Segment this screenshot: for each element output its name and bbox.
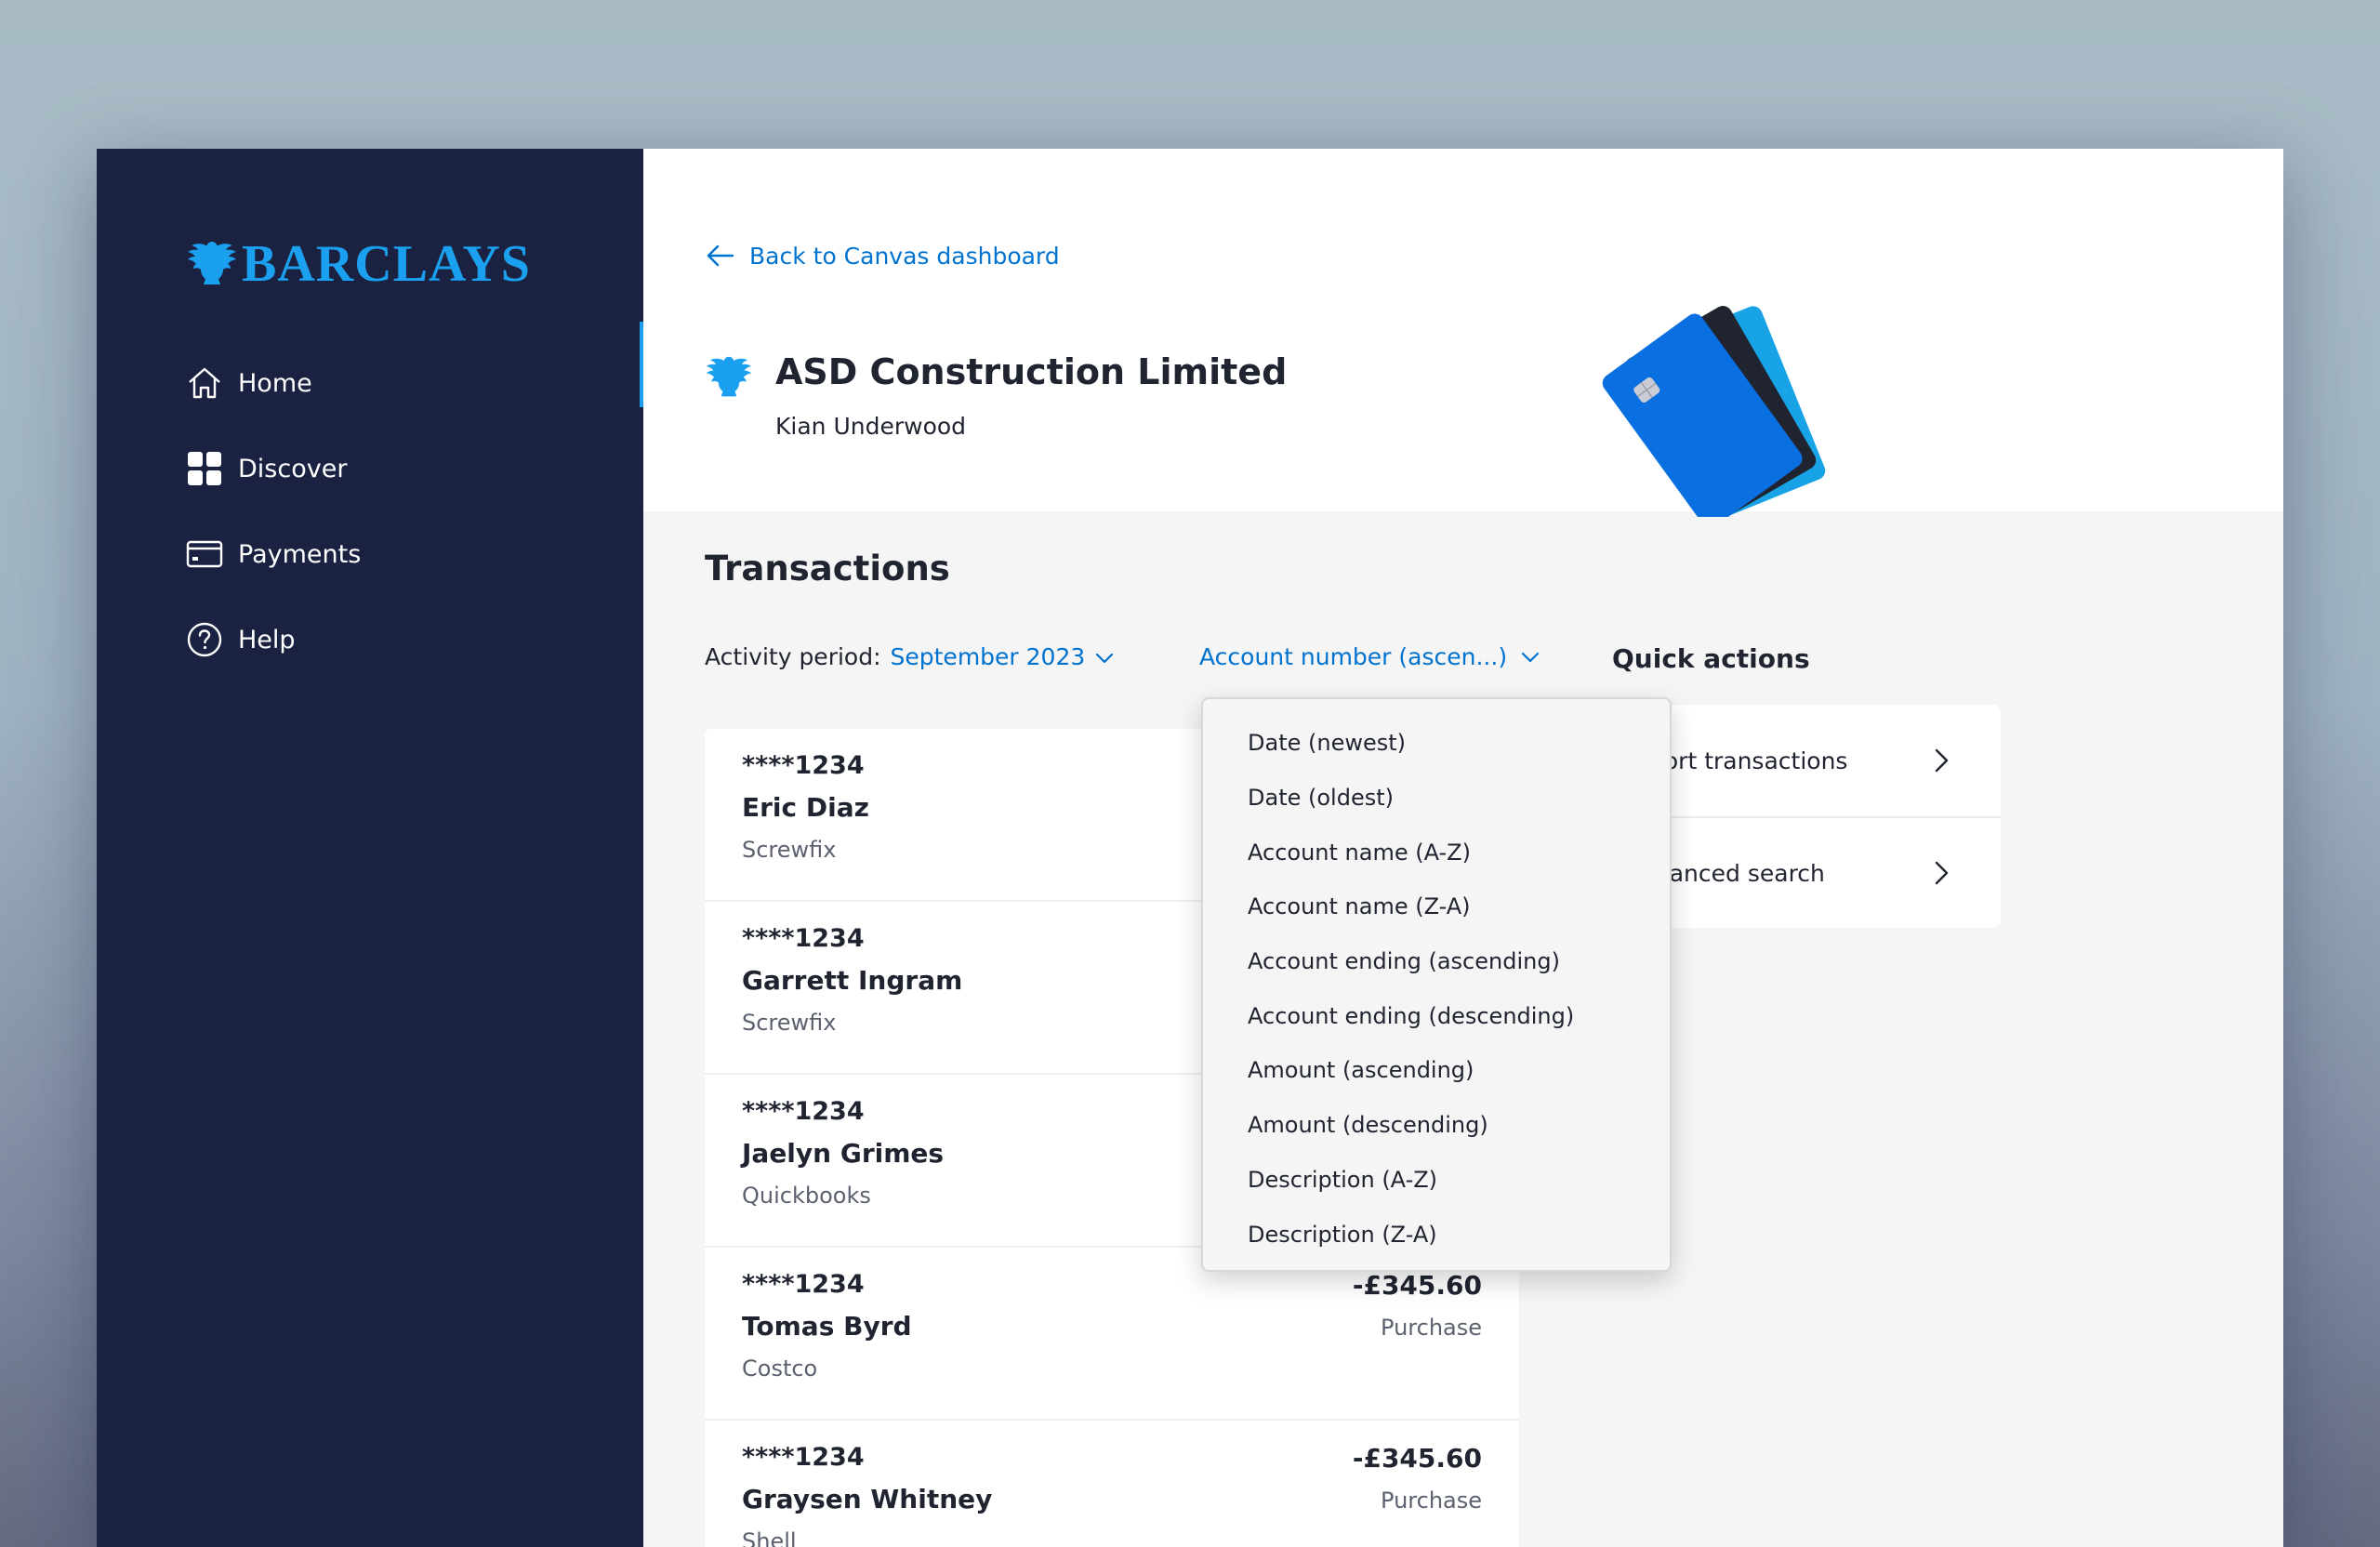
sort-option-amount-desc[interactable]: Amount (descending) bbox=[1203, 1098, 1670, 1153]
amount: -£345.60 bbox=[1352, 1270, 1482, 1301]
chevron-right-icon bbox=[1935, 748, 1949, 773]
company-logo bbox=[705, 351, 753, 407]
table-row[interactable]: ****1234 Graysen Whitney Shell -£345.60 … bbox=[705, 1421, 1519, 1547]
sort-option-account-ending-desc[interactable]: Account ending (descending) bbox=[1203, 988, 1670, 1043]
sidebar-item-label: Payments bbox=[238, 539, 362, 569]
transactions-title: Transactions bbox=[705, 549, 950, 588]
grid-icon bbox=[188, 452, 221, 485]
account-name: Graysen Whitney bbox=[742, 1484, 993, 1514]
merchant: Shell bbox=[742, 1528, 797, 1547]
sidebar-item-discover[interactable]: Discover bbox=[186, 426, 361, 511]
sort-select[interactable]: Account number (ascen...) bbox=[1199, 643, 1542, 670]
card-icon bbox=[186, 540, 223, 568]
back-to-dashboard-link[interactable]: Back to Canvas dashboard bbox=[705, 240, 1060, 271]
barclays-logo[interactable]: BARCLAYS bbox=[186, 234, 531, 294]
arrow-left-icon bbox=[707, 245, 734, 267]
sort-option-date-newest[interactable]: Date (newest) bbox=[1203, 716, 1670, 771]
activity-period-label: Activity period: bbox=[705, 643, 881, 670]
main-content: Back to Canvas dashboard ASD Constructio… bbox=[643, 149, 2283, 1547]
chevron-right-icon bbox=[1935, 861, 1949, 885]
help-icon bbox=[187, 622, 222, 657]
transaction-type: Purchase bbox=[1381, 1488, 1482, 1514]
merchant: Screwfix bbox=[742, 1010, 837, 1036]
sort-option-account-name-za[interactable]: Account name (Z-A) bbox=[1203, 879, 1670, 934]
quick-actions-title: Quick actions bbox=[1612, 643, 1810, 674]
bank-cards-illustration bbox=[1602, 306, 1826, 517]
sort-option-description-za[interactable]: Description (Z-A) bbox=[1203, 1207, 1670, 1262]
sort-option-account-name-az[interactable]: Account name (A-Z) bbox=[1203, 825, 1670, 879]
sort-option-amount-asc[interactable]: Amount (ascending) bbox=[1203, 1043, 1670, 1098]
sort-option-date-oldest[interactable]: Date (oldest) bbox=[1203, 771, 1670, 826]
brand-name: BARCLAYS bbox=[242, 235, 531, 293]
sidebar-item-label: Discover bbox=[238, 454, 348, 483]
app-window: BARCLAYS Home Discover Payments Help Bac… bbox=[97, 149, 2283, 1547]
table-row[interactable]: ****1234 Tomas Byrd Costco -£345.60 Purc… bbox=[705, 1248, 1519, 1421]
home-icon bbox=[189, 367, 220, 399]
sidebar-item-payments[interactable]: Payments bbox=[186, 511, 361, 597]
sort-option-account-ending-asc[interactable]: Account ending (ascending) bbox=[1203, 934, 1670, 989]
account-number: ****1234 bbox=[742, 1270, 865, 1299]
account-name: Garrett Ingram bbox=[742, 965, 963, 996]
sort-option-description-az[interactable]: Description (A-Z) bbox=[1203, 1153, 1670, 1208]
sidebar-item-label: Help bbox=[238, 625, 296, 654]
sidebar-item-home[interactable]: Home bbox=[186, 340, 361, 426]
activity-period-filter: Activity period: September 2023 bbox=[705, 643, 1117, 670]
account-name: Tomas Byrd bbox=[742, 1311, 912, 1342]
eagle-icon bbox=[706, 356, 752, 397]
chevron-down-icon bbox=[1521, 652, 1540, 662]
quick-action-label: lvanced search bbox=[1649, 859, 1825, 887]
quick-action-label: port transactions bbox=[1649, 747, 1848, 774]
account-number: ****1234 bbox=[742, 1443, 865, 1472]
sidebar-nav: Home Discover Payments Help bbox=[186, 340, 361, 682]
account-name: Jaelyn Grimes bbox=[742, 1138, 945, 1169]
company-block: ASD Construction Limited Kian Underwood bbox=[705, 351, 1287, 440]
account-name: Eric Diaz bbox=[742, 792, 869, 823]
chevron-down-icon bbox=[1096, 653, 1114, 664]
sidebar-item-help[interactable]: Help bbox=[186, 597, 361, 682]
sidebar-item-label: Home bbox=[238, 368, 312, 398]
merchant: Quickbooks bbox=[742, 1183, 871, 1209]
sort-dropdown-menu: Date (newest) Date (oldest) Account name… bbox=[1201, 697, 1672, 1272]
transaction-type: Purchase bbox=[1381, 1315, 1482, 1341]
account-number: ****1234 bbox=[742, 751, 865, 780]
merchant: Costco bbox=[742, 1355, 818, 1382]
account-header: Back to Canvas dashboard ASD Constructio… bbox=[643, 149, 2283, 517]
amount: -£345.60 bbox=[1352, 1443, 1482, 1474]
account-number: ****1234 bbox=[742, 924, 865, 953]
sort-select-value: Account number (ascen...) bbox=[1199, 643, 1508, 670]
activity-period-select[interactable]: September 2023 bbox=[891, 643, 1117, 670]
user-name: Kian Underwood bbox=[775, 412, 967, 440]
account-number: ****1234 bbox=[742, 1097, 865, 1126]
back-link-label: Back to Canvas dashboard bbox=[749, 242, 1060, 270]
activity-period-value: September 2023 bbox=[890, 643, 1086, 670]
eagle-logo-icon bbox=[188, 242, 236, 284]
merchant: Screwfix bbox=[742, 837, 837, 863]
company-name: ASD Construction Limited bbox=[775, 351, 1288, 392]
sidebar: BARCLAYS Home Discover Payments Help bbox=[97, 149, 643, 1547]
